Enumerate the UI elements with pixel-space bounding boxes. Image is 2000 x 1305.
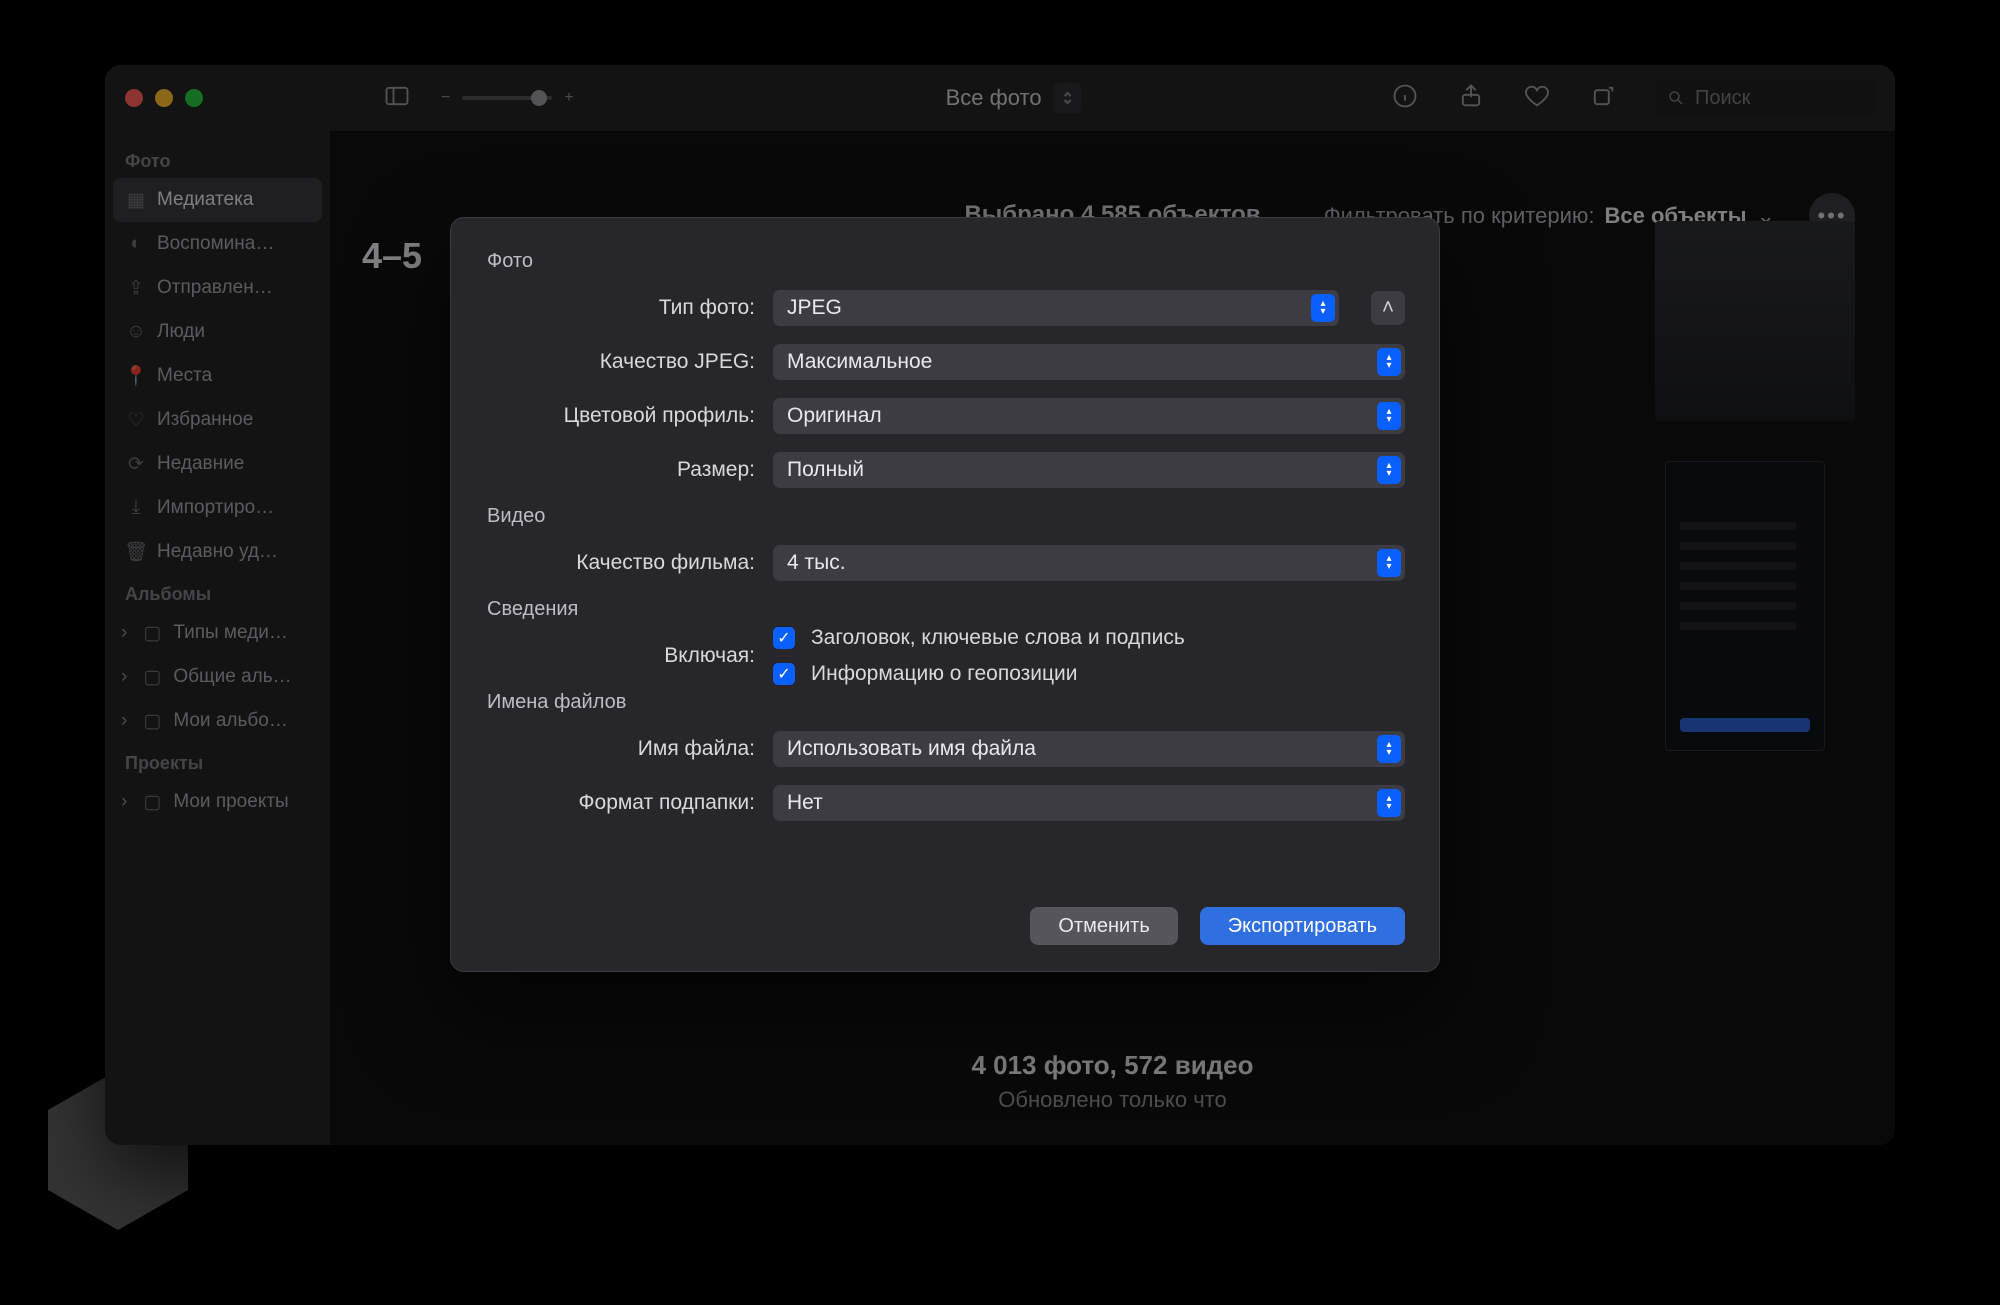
zoom-out-button[interactable]: − xyxy=(441,89,450,107)
include-title-label: Заголовок, ключевые слова и подпись xyxy=(811,626,1185,650)
updown-arrows-icon: ▴▾ xyxy=(1377,348,1401,376)
select-file-name[interactable]: Использовать имя файла ▴▾ xyxy=(773,731,1405,767)
sidebar-item-imports[interactable]: ⤓Импортиро… xyxy=(113,486,322,530)
folder-icon: ▢ xyxy=(141,791,163,814)
sidebar-item-favorites[interactable]: ♡Избранное xyxy=(113,398,322,442)
sidebar-section-title: Фото xyxy=(113,141,322,178)
memories-icon: ◐ xyxy=(125,233,147,255)
fullscreen-window-button[interactable] xyxy=(185,89,203,107)
label-include: Включая: xyxy=(485,644,755,668)
updown-arrows-icon: ▴▾ xyxy=(1311,294,1335,322)
sidebar-item-memories[interactable]: ◐Воспомина… xyxy=(113,222,322,266)
photos-window: − + Все фото Поиск Фото ▦Медиатека ◐Восп… xyxy=(105,65,1895,1145)
trash-icon: 🗑 xyxy=(125,540,147,564)
chevron-right-icon: › xyxy=(121,791,127,813)
view-popup-label: Все фото xyxy=(946,85,1042,111)
updown-arrows-icon: ▴▾ xyxy=(1377,549,1401,577)
sidebar-item-shared-albums[interactable]: ›▢Общие аль… xyxy=(113,655,322,699)
updown-arrows-icon: ▴▾ xyxy=(1377,402,1401,430)
label-color-profile: Цветовой профиль: xyxy=(485,404,755,428)
search-icon xyxy=(1667,89,1685,107)
window-controls xyxy=(125,89,203,107)
include-location-label: Информацию о геопозиции xyxy=(811,662,1078,686)
sidebar-item-deleted[interactable]: 🗑Недавно уд… xyxy=(113,530,322,574)
folder-icon: ▢ xyxy=(141,622,163,645)
updown-arrows-icon xyxy=(1054,83,1082,113)
heart-icon[interactable] xyxy=(1523,82,1551,115)
sidebar-item-library[interactable]: ▦Медиатека xyxy=(113,178,322,222)
select-size[interactable]: Полный ▴▾ xyxy=(773,452,1405,488)
updown-arrows-icon: ▴▾ xyxy=(1377,456,1401,484)
sidebar-item-shared[interactable]: ⇪Отправлен… xyxy=(113,266,322,310)
sidebar-item-places[interactable]: 📍Места xyxy=(113,354,322,398)
section-info: Сведения xyxy=(487,598,1405,621)
rotate-icon[interactable] xyxy=(1589,82,1617,115)
minimize-window-button[interactable] xyxy=(155,89,173,107)
checkbox-include-title[interactable]: ✓ xyxy=(773,627,795,649)
export-button[interactable]: Экспортировать xyxy=(1200,907,1405,945)
footer-count: 4 013 фото, 572 видео xyxy=(330,1050,1895,1081)
photo-thumbnail[interactable] xyxy=(1655,221,1855,421)
footer-updated: Обновлено только что xyxy=(330,1087,1895,1113)
sidebar-item-my-projects[interactable]: ›▢Мои проекты xyxy=(113,780,322,824)
search-placeholder: Поиск xyxy=(1695,87,1750,110)
view-popup[interactable]: Все фото xyxy=(946,83,1082,113)
zoom-slider[interactable] xyxy=(462,96,552,100)
sidebar-item-recent[interactable]: ⟳Недавние xyxy=(113,442,322,486)
footer-status: 4 013 фото, 572 видео Обновлено только ч… xyxy=(330,1050,1895,1113)
info-icon[interactable] xyxy=(1391,82,1419,115)
favorites-icon: ♡ xyxy=(125,409,147,432)
label-jpeg-quality: Качество JPEG: xyxy=(485,350,755,374)
chevron-right-icon: › xyxy=(121,666,127,688)
sidebar-section-title: Проекты xyxy=(113,743,322,780)
label-size: Размер: xyxy=(485,458,755,482)
shared-icon: ⇪ xyxy=(125,277,147,300)
sidebar: Фото ▦Медиатека ◐Воспомина… ⇪Отправлен… … xyxy=(105,131,330,1145)
sidebar-item-my-albums[interactable]: ›▢Мои альбо… xyxy=(113,699,322,743)
date-heading: 4–5 xyxy=(362,235,422,277)
select-color-profile[interactable]: Оригинал ▴▾ xyxy=(773,398,1405,434)
search-field[interactable]: Поиск xyxy=(1655,79,1875,117)
select-jpeg-quality[interactable]: Максимальное ▴▾ xyxy=(773,344,1405,380)
section-filenames: Имена файлов xyxy=(487,691,1405,714)
folder-icon: ▢ xyxy=(141,710,163,733)
select-movie-quality[interactable]: 4 тыс. ▴▾ xyxy=(773,545,1405,581)
library-icon: ▦ xyxy=(125,189,147,212)
updown-arrows-icon: ▴▾ xyxy=(1377,789,1401,817)
sidebar-item-media-types[interactable]: ›▢Типы меди… xyxy=(113,611,322,655)
sidebar-section-title: Альбомы xyxy=(113,574,322,611)
zoom-controls: − + xyxy=(441,89,574,107)
label-photo-kind: Тип фото: xyxy=(485,296,755,320)
photo-thumbnail[interactable] xyxy=(1665,461,1825,751)
section-photo: Фото xyxy=(487,250,1405,273)
select-photo-kind[interactable]: JPEG ▴▾ xyxy=(773,290,1339,326)
collapse-toggle[interactable]: ˄ xyxy=(1371,291,1405,325)
checkbox-include-location[interactable]: ✓ xyxy=(773,663,795,685)
recent-icon: ⟳ xyxy=(125,453,147,476)
chevron-right-icon: › xyxy=(121,710,127,732)
select-subfolder-format[interactable]: Нет ▴▾ xyxy=(773,785,1405,821)
sidebar-item-people[interactable]: ☺Люди xyxy=(113,310,322,354)
label-file-name: Имя файла: xyxy=(485,737,755,761)
section-video: Видео xyxy=(487,505,1405,528)
label-movie-quality: Качество фильма: xyxy=(485,551,755,575)
zoom-in-button[interactable]: + xyxy=(564,89,573,107)
cancel-button[interactable]: Отменить xyxy=(1030,907,1177,945)
titlebar: − + Все фото Поиск xyxy=(105,65,1895,131)
updown-arrows-icon: ▴▾ xyxy=(1377,735,1401,763)
label-subfolder-format: Формат подпапки: xyxy=(485,791,755,815)
import-icon: ⤓ xyxy=(125,497,147,519)
chevron-right-icon: › xyxy=(121,622,127,644)
share-icon[interactable] xyxy=(1457,82,1485,115)
sidebar-toggle-icon[interactable] xyxy=(383,82,411,115)
folder-icon: ▢ xyxy=(141,666,163,689)
people-icon: ☺ xyxy=(125,321,147,343)
export-dialog: Фото Тип фото: JPEG ▴▾ ˄ Качество JPEG: … xyxy=(450,217,1440,972)
places-icon: 📍 xyxy=(125,364,147,388)
close-window-button[interactable] xyxy=(125,89,143,107)
